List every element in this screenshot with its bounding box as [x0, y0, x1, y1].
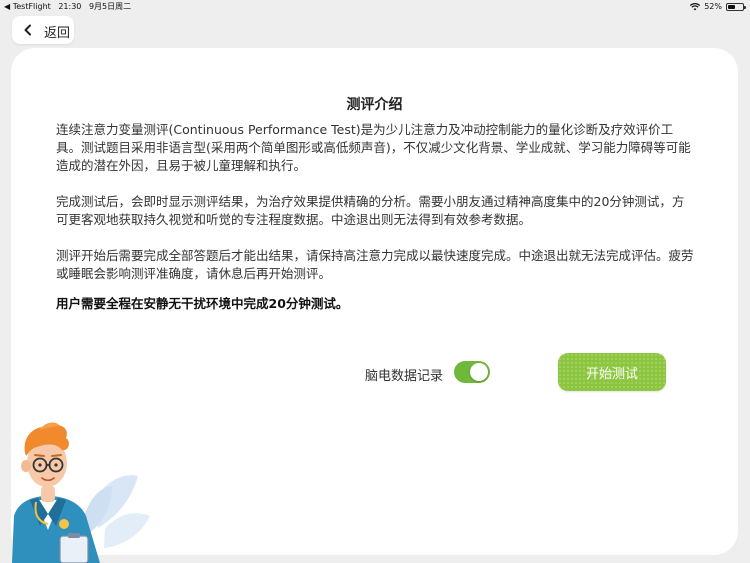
wifi-icon: [690, 3, 701, 11]
eeg-record-label: 脑电数据记录: [365, 369, 444, 384]
status-bar-right: 52%: [690, 0, 746, 14]
status-bar-left: ◀ TestFlight 21:30 9月5日周二: [4, 0, 136, 14]
doctor-illustration: [12, 422, 150, 563]
battery-icon: [726, 3, 746, 11]
intro-paragraph-2: 完成测试后，会即时显示测评结果，为治疗效果提供精确的分析。需要小朋友通过精神高度…: [56, 194, 685, 227]
start-test-button[interactable]: 开始测试: [558, 353, 666, 391]
toggle-knob: [470, 363, 488, 381]
chevron-left-icon: [24, 24, 31, 36]
back-button[interactable]: 返回: [12, 16, 74, 44]
intro-paragraph-1: 连续注意力变量测评(Continuous Performance Test)是为…: [56, 122, 691, 173]
status-date: 9月5日周二: [88, 2, 132, 11]
status-bar: ◀ TestFlight 21:30 9月5日周二 52%: [0, 0, 750, 14]
page-title: 测评介绍: [346, 97, 403, 113]
eeg-record-toggle[interactable]: [454, 361, 490, 383]
status-time: 21:30: [58, 2, 82, 11]
testflight-back-link[interactable]: ◀ TestFlight: [4, 2, 51, 11]
battery-percent: 52%: [704, 2, 722, 11]
intro-paragraph-3: 测评开始后需要完成全部答题后才能出结果，请保持高注意力完成以最快速度完成。中途退…: [56, 248, 694, 281]
battery-fill: [728, 5, 736, 9]
back-button-label: 返回: [44, 26, 71, 41]
environment-notice: 用户需要全程在安静无干扰环境中完成20分钟测试。: [56, 296, 349, 311]
